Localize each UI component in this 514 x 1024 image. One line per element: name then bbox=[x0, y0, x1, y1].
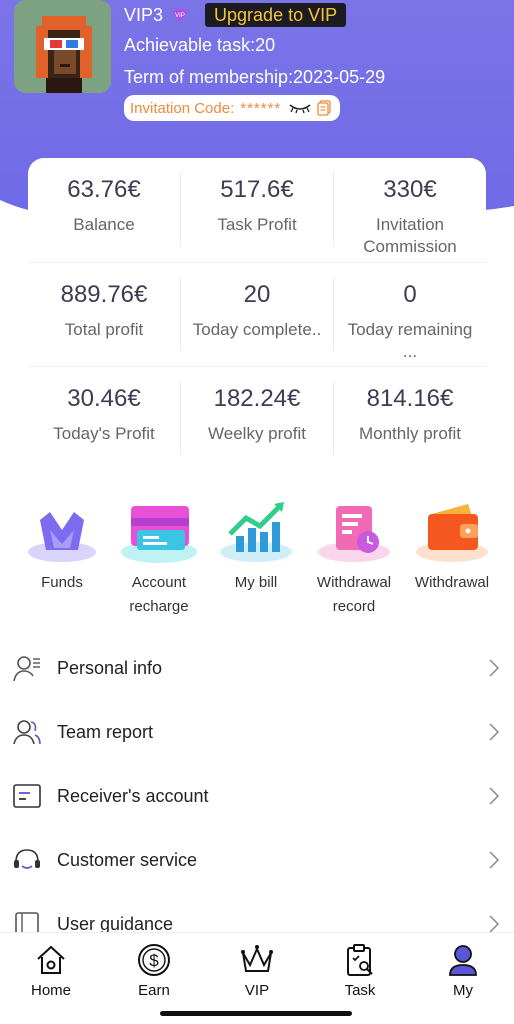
stat-value: 517.6€ bbox=[220, 176, 294, 203]
stat-weekly-profit: 182.24€ Weelky profit bbox=[181, 367, 333, 471]
nav-earn[interactable]: $ Earn bbox=[114, 943, 194, 1000]
stat-label: Today's Profit bbox=[53, 424, 155, 443]
quick-actions: Funds Account recharge My bill Withdrawa… bbox=[0, 500, 514, 620]
chevron-right-icon bbox=[489, 787, 500, 805]
stat-value: 889.76€ bbox=[60, 281, 148, 308]
action-my-bill[interactable]: My bill bbox=[206, 500, 306, 595]
action-withdrawal[interactable]: Withdrawal bbox=[402, 500, 502, 595]
chevron-right-icon bbox=[489, 915, 500, 933]
stat-task-profit: 517.6€ Task Profit bbox=[181, 158, 333, 262]
nav-home[interactable]: Home bbox=[11, 943, 91, 1000]
stat-value: 63.76€ bbox=[67, 176, 141, 203]
stat-value: 0 bbox=[403, 281, 417, 308]
stat-value: 182.24€ bbox=[213, 385, 301, 412]
stats-card: 63.76€ Balance 517.6€ Task Profit 330€ I… bbox=[28, 158, 486, 470]
achievable-task: Achievable task:20 bbox=[124, 35, 276, 55]
wallet-icon bbox=[416, 504, 488, 562]
stat-value: 20 bbox=[243, 281, 271, 308]
stat-balance: 63.76€ Balance bbox=[28, 158, 180, 262]
nav-label: My bbox=[453, 982, 473, 999]
upgrade-vip-button[interactable]: Upgrade to VIP bbox=[205, 3, 347, 27]
headset-icon bbox=[14, 849, 40, 869]
menu-label: Receiver's account bbox=[57, 785, 209, 806]
invitation-code-box[interactable]: Invitation Code: ****** bbox=[124, 95, 340, 121]
eye-closed-icon[interactable] bbox=[289, 102, 311, 114]
stat-invitation-commission: 330€ Invitation Commission bbox=[334, 158, 486, 262]
menu-personal-info[interactable]: Personal info bbox=[0, 636, 514, 700]
chevron-right-icon bbox=[489, 659, 500, 677]
record-icon bbox=[318, 506, 390, 562]
stat-label: Task Profit bbox=[217, 215, 297, 234]
home-icon bbox=[37, 945, 65, 974]
menu-receivers-account[interactable]: Receiver's account bbox=[0, 764, 514, 828]
menu-label: Customer service bbox=[57, 849, 198, 870]
menu-label: Personal info bbox=[57, 657, 163, 678]
user-icon bbox=[449, 945, 477, 976]
action-funds[interactable]: Funds bbox=[12, 500, 112, 595]
nav-my[interactable]: My bbox=[423, 943, 503, 1000]
stat-today-complete: 20 Today complete.. bbox=[181, 263, 333, 367]
chart-icon bbox=[220, 502, 292, 562]
svg-text:$: $ bbox=[149, 951, 159, 970]
card-icon bbox=[121, 506, 197, 563]
dollar-icon: $ bbox=[138, 944, 170, 976]
action-label: Withdrawal record bbox=[316, 574, 392, 615]
stat-label: Monthly profit bbox=[358, 424, 462, 443]
invitation-code: ****** bbox=[240, 99, 282, 117]
stat-label: Today complete.. bbox=[192, 320, 322, 339]
crown-icon bbox=[241, 945, 273, 972]
funds-icon bbox=[28, 512, 96, 562]
home-indicator bbox=[160, 1011, 352, 1016]
stat-label: Invitation Commission bbox=[363, 215, 457, 256]
action-label: Funds bbox=[41, 574, 83, 591]
menu-label: Team report bbox=[57, 721, 154, 742]
stat-value: 30.46€ bbox=[67, 385, 141, 412]
vip-level: VIP3 bbox=[124, 4, 164, 25]
pixel-avatar-icon bbox=[14, 0, 111, 93]
chevron-right-icon bbox=[489, 723, 500, 741]
action-label: My bill bbox=[234, 574, 278, 591]
menu-customer-service[interactable]: Customer service bbox=[0, 828, 514, 892]
team-icon bbox=[13, 720, 41, 745]
vip-diamond-icon: VIP bbox=[172, 8, 189, 22]
nav-label: Home bbox=[30, 982, 71, 999]
action-withdrawal-record[interactable]: Withdrawal record bbox=[304, 500, 404, 619]
action-label: Withdrawal bbox=[414, 574, 490, 591]
account-card-icon bbox=[13, 784, 41, 808]
stat-label: Balance bbox=[73, 215, 135, 234]
clipboard-icon bbox=[347, 944, 373, 976]
avatar[interactable] bbox=[14, 0, 111, 93]
stat-label: Total profit bbox=[64, 320, 144, 339]
stat-label: Today remaining ... bbox=[347, 320, 473, 361]
nav-task[interactable]: Task bbox=[320, 943, 400, 1000]
stat-todays-profit: 30.46€ Today's Profit bbox=[28, 367, 180, 471]
action-account-recharge[interactable]: Account recharge bbox=[109, 500, 209, 619]
stat-today-remaining: 0 Today remaining ... bbox=[334, 263, 486, 367]
stat-value: 330€ bbox=[383, 176, 437, 203]
person-icon bbox=[13, 656, 40, 682]
stat-total-profit: 889.76€ Total profit bbox=[28, 263, 180, 367]
invitation-label: Invitation Code: bbox=[130, 99, 235, 117]
copy-icon[interactable] bbox=[317, 100, 331, 116]
chevron-right-icon bbox=[489, 851, 500, 869]
nav-label: Task bbox=[344, 982, 376, 999]
nav-vip[interactable]: VIP bbox=[217, 943, 297, 1000]
stat-label: Weelky profit bbox=[208, 424, 306, 443]
stat-monthly-profit: 814.16€ Monthly profit bbox=[334, 367, 486, 471]
nav-label: VIP bbox=[244, 982, 270, 999]
vip-badge-text: VIP bbox=[175, 13, 185, 19]
stat-value: 814.16€ bbox=[366, 385, 454, 412]
nav-label: Earn bbox=[138, 982, 170, 999]
membership-term: Term of membership:2023-05-29 bbox=[124, 67, 386, 87]
action-label: Account recharge bbox=[129, 574, 189, 615]
menu-team-report[interactable]: Team report bbox=[0, 700, 514, 764]
